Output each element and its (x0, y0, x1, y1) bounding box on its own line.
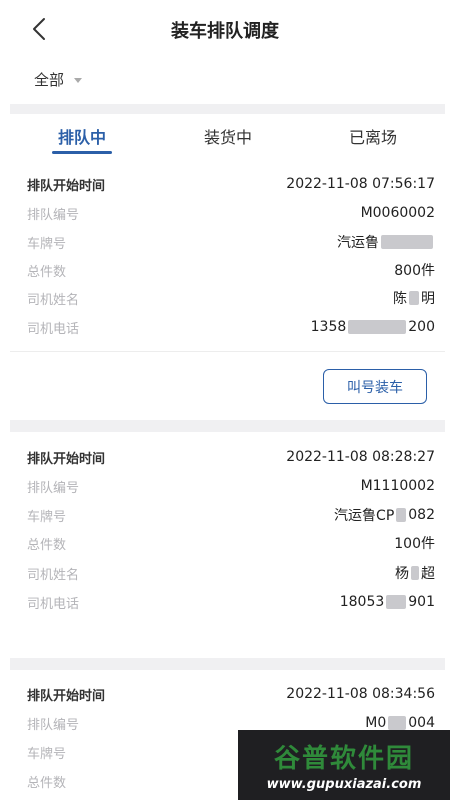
plate-value: 汽运鲁CP 082 (334, 505, 435, 525)
queue-no-row: 排队编号 M1110002 (27, 475, 435, 497)
plate-text: 汽运鲁 (337, 235, 379, 251)
phone-text-a: 1358 (310, 319, 347, 335)
card-divider (10, 351, 445, 352)
plate-value: 汽运鲁 (337, 232, 435, 252)
total-label: 总件数 (27, 775, 67, 791)
plate-label: 车牌号 (27, 509, 67, 525)
total-value: 800件 (394, 263, 435, 279)
queue-no-text-b: 004 (408, 715, 435, 731)
start-time-value: 2022-11-08 07:56:17 (286, 176, 435, 192)
redacted-block (386, 595, 407, 609)
redacted-block (409, 291, 419, 305)
watermark-title: 谷普软件园 (273, 744, 414, 774)
queue-no-text-a: M0 (365, 715, 387, 731)
plate-label: 车牌号 (27, 746, 67, 762)
tab-queueing[interactable]: 排队中 (32, 124, 132, 160)
driver-label: 司机姓名 (27, 292, 80, 308)
start-time-row: 排队开始时间 2022-11-08 08:34:56 (27, 683, 435, 705)
total-row: 总件数 800件 (27, 259, 435, 281)
phone-text-a: 18053 (339, 594, 385, 610)
driver-row: 司机姓名 杨 超 (27, 562, 435, 584)
start-time-label: 排队开始时间 (27, 688, 106, 704)
phone-row: 司机电话 18053 901 (27, 591, 435, 613)
queue-no-label: 排队编号 (27, 717, 80, 733)
section-divider (10, 104, 445, 114)
total-row: 总件数 100件 (27, 532, 435, 554)
plate-text-a: 汽运鲁CP (334, 508, 395, 524)
driver-value: 杨 超 (395, 563, 435, 583)
driver-label: 司机姓名 (27, 567, 80, 583)
start-time-label: 排队开始时间 (27, 451, 106, 467)
driver-text-b: 明 (421, 291, 435, 307)
tab-loading[interactable]: 装货中 (178, 124, 278, 160)
redacted-block (411, 566, 419, 580)
total-label: 总件数 (27, 537, 67, 553)
redacted-block (381, 235, 433, 249)
queue-no-label: 排队编号 (27, 207, 80, 223)
start-time-row: 排队开始时间 2022-11-08 07:56:17 (27, 173, 435, 195)
start-time-value: 2022-11-08 08:34:56 (286, 686, 435, 702)
queue-no-value: M0 004 (365, 715, 435, 731)
driver-text-b: 超 (421, 566, 435, 582)
phone-text-b: 200 (408, 319, 435, 335)
site-watermark: 谷普软件园 www.gupuxiazai.com (238, 730, 450, 800)
status-filter-dropdown[interactable]: 全部 (34, 68, 83, 90)
redacted-block (388, 716, 407, 730)
redacted-block (396, 508, 407, 522)
app-header: 装车排队调度 (0, 0, 450, 58)
section-divider (10, 658, 445, 670)
total-label: 总件数 (27, 264, 67, 280)
queue-no-value: M1110002 (360, 478, 435, 494)
page-title: 装车排队调度 (171, 21, 279, 42)
driver-text-a: 杨 (395, 566, 409, 582)
plate-row: 车牌号 汽运鲁 (27, 231, 435, 253)
queue-no-label: 排队编号 (27, 480, 80, 496)
plate-row: 车牌号 汽运鲁CP 082 (27, 504, 435, 526)
call-to-load-button[interactable]: 叫号装车 (323, 369, 427, 404)
caret-down-icon (74, 77, 83, 83)
total-value: 100件 (394, 536, 435, 552)
queue-no-value: M0060002 (360, 205, 435, 221)
plate-text-b: 082 (408, 507, 435, 523)
phone-value: 1358 200 (311, 319, 435, 335)
filter-label: 全部 (34, 70, 65, 89)
tab-departed[interactable]: 已离场 (323, 124, 423, 160)
plate-label: 车牌号 (27, 236, 67, 252)
redacted-block (348, 320, 407, 334)
phone-row: 司机电话 1358 200 (27, 316, 435, 338)
start-time-row: 排队开始时间 2022-11-08 08:28:27 (27, 446, 435, 468)
section-divider (10, 420, 445, 432)
phone-text-b: 901 (408, 594, 435, 610)
phone-label: 司机电话 (27, 321, 80, 337)
queue-card: 排队开始时间 2022-11-08 08:28:27 排队编号 M1110002… (10, 432, 445, 642)
start-time-value: 2022-11-08 08:28:27 (286, 449, 435, 465)
active-tab-indicator (52, 151, 112, 154)
watermark-url: www.gupuxiazai.com (266, 777, 422, 792)
start-time-label: 排队开始时间 (27, 178, 106, 194)
driver-value: 陈 明 (393, 288, 435, 308)
phone-label: 司机电话 (27, 596, 80, 612)
driver-row: 司机姓名 陈 明 (27, 287, 435, 309)
queue-no-row: 排队编号 M0060002 (27, 202, 435, 224)
driver-text-a: 陈 (393, 291, 407, 307)
phone-value: 18053 901 (340, 594, 435, 610)
